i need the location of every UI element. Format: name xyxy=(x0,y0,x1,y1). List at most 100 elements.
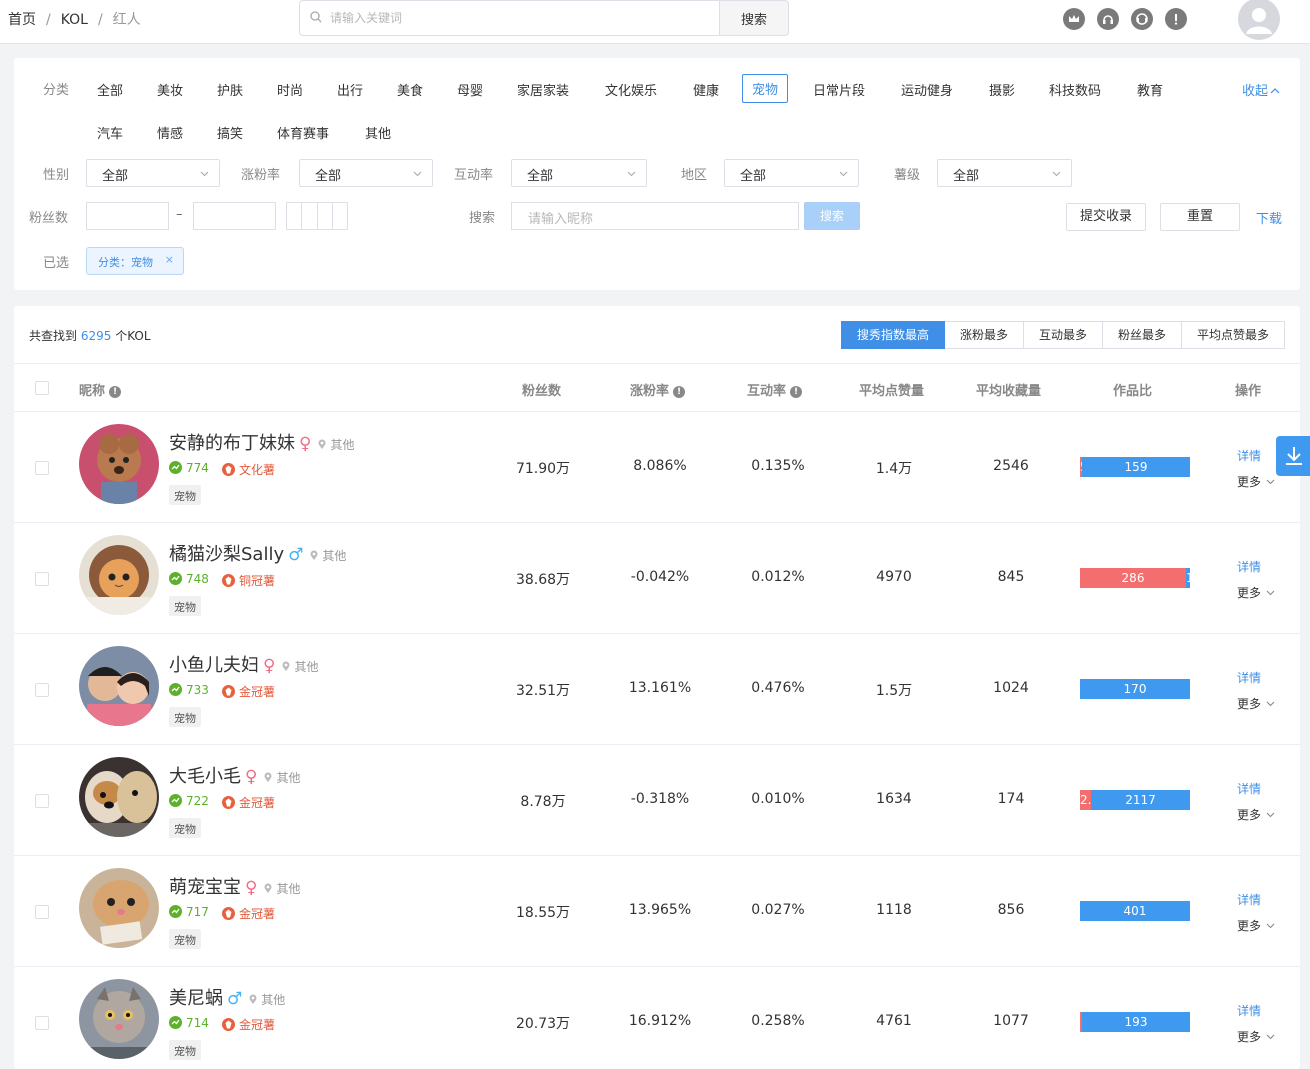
reset-button[interactable]: 重置 xyxy=(1160,203,1240,231)
kol-name[interactable]: 美尼蜗 xyxy=(169,988,223,1009)
sort-tab[interactable]: 粉丝最多 xyxy=(1103,321,1182,349)
more-dropdown[interactable]: 更多 xyxy=(1237,584,1275,601)
col-favs[interactable]: 平均收藏量 xyxy=(976,380,1041,399)
row-checkbox[interactable] xyxy=(35,1016,49,1030)
favs-value: 174 xyxy=(997,791,1025,807)
breadcrumb-kol[interactable]: KOL xyxy=(61,12,88,28)
row-checkbox[interactable] xyxy=(35,683,49,697)
category-option[interactable]: 出行 xyxy=(337,80,363,99)
results-panel: 共查找到 6295 个KOL 搜秀指数最高 涨粉最多 互动最多 粉丝最多 平均点赞最多 … xyxy=(14,306,1300,1069)
more-dropdown[interactable]: 更多 xyxy=(1237,695,1275,712)
kol-avatar[interactable] xyxy=(79,868,159,948)
chevron-down-icon xyxy=(627,171,636,177)
download-link[interactable]: 下载 xyxy=(1256,208,1282,227)
level-select[interactable]: 全部 xyxy=(937,159,1072,187)
detail-link[interactable]: 详情 xyxy=(1237,447,1261,464)
category-option[interactable]: 家居家装 xyxy=(517,80,569,99)
crown-icon[interactable] xyxy=(1063,8,1085,30)
category-option[interactable]: 美食 xyxy=(397,80,423,99)
category-option[interactable]: 美妆 xyxy=(157,80,183,99)
kol-avatar[interactable] xyxy=(79,757,159,837)
fans-min-input[interactable] xyxy=(86,202,169,230)
category-option[interactable]: 情感 xyxy=(157,123,183,142)
category-option[interactable]: 全部 xyxy=(97,80,123,99)
breadcrumb-home[interactable]: 首页 xyxy=(8,12,36,28)
more-dropdown[interactable]: 更多 xyxy=(1237,917,1275,934)
category-option[interactable]: 时尚 xyxy=(277,80,303,99)
category-option[interactable]: 体育赛事 xyxy=(277,123,329,142)
kol-name[interactable]: 安静的布丁妹妹 xyxy=(169,433,295,454)
keyword-search-button[interactable]: 搜索 xyxy=(719,0,789,36)
category-option[interactable]: 母婴 xyxy=(457,80,483,99)
gender-select[interactable]: 全部 xyxy=(86,159,220,187)
category-option[interactable]: 健康 xyxy=(693,80,719,99)
kol-name[interactable]: 橘猫沙梨Sally xyxy=(169,544,284,565)
category-option[interactable]: 日常片段 xyxy=(813,80,865,99)
row-checkbox[interactable] xyxy=(35,905,49,919)
detail-link[interactable]: 详情 xyxy=(1237,1002,1261,1019)
row-checkbox[interactable] xyxy=(35,461,49,475)
works-ratio-bar: 401 xyxy=(1080,901,1190,921)
category-option[interactable]: 摄影 xyxy=(989,80,1015,99)
detail-link[interactable]: 详情 xyxy=(1237,669,1261,686)
kol-tag: 宠物 xyxy=(169,707,201,727)
kol-avatar[interactable] xyxy=(79,979,159,1059)
kol-avatar[interactable] xyxy=(79,424,159,504)
col-nick[interactable]: 昵称! xyxy=(79,380,122,399)
category-option[interactable]: 搞笑 xyxy=(217,123,243,142)
selected-filter-chip: 分类：宠物 × xyxy=(86,247,184,275)
works-ratio-bar: 5159 xyxy=(1080,457,1190,477)
more-dropdown[interactable]: 更多 xyxy=(1237,473,1275,490)
floating-download-button[interactable] xyxy=(1276,436,1310,476)
region-select[interactable]: 全部 xyxy=(724,159,859,187)
kol-avatar[interactable] xyxy=(79,646,159,726)
select-all-checkbox[interactable] xyxy=(35,381,49,395)
col-fans[interactable]: 粉丝数 xyxy=(522,380,561,399)
kol-name[interactable]: 小鱼儿夫妇 xyxy=(169,655,259,676)
category-option[interactable]: 文化娱乐 xyxy=(605,80,657,99)
col-engage[interactable]: 互动率! xyxy=(747,380,803,399)
more-dropdown[interactable]: 更多 xyxy=(1237,806,1275,823)
category-option[interactable]: 其他 xyxy=(365,123,391,142)
level-badge-icon xyxy=(222,796,235,809)
sort-tab[interactable]: 平均点赞最多 xyxy=(1182,321,1285,349)
category-option[interactable]: 科技数码 xyxy=(1049,80,1101,99)
sort-tab[interactable]: 涨粉最多 xyxy=(945,321,1024,349)
support-icon[interactable] xyxy=(1131,8,1153,30)
category-option[interactable]: 运动健身 xyxy=(901,80,953,99)
more-dropdown[interactable]: 更多 xyxy=(1237,1028,1275,1045)
close-icon[interactable]: × xyxy=(165,253,174,266)
more-label: 更多 xyxy=(1237,1030,1262,1044)
nickname-input[interactable]: 请输入昵称 xyxy=(511,202,799,230)
growth-select[interactable]: 全部 xyxy=(299,159,433,187)
collapse-button[interactable]: 收起 xyxy=(1242,80,1280,99)
engage-select[interactable]: 全部 xyxy=(511,159,647,187)
detail-link[interactable]: 详情 xyxy=(1237,891,1261,908)
category-option[interactable]: 护肤 xyxy=(217,80,243,99)
headset-icon[interactable] xyxy=(1097,8,1119,30)
info-icon: ! xyxy=(673,386,686,398)
row-checkbox[interactable] xyxy=(35,572,49,586)
fans-max-input[interactable] xyxy=(193,202,276,230)
submit-button[interactable]: 提交收录 xyxy=(1066,203,1146,231)
sort-tab[interactable]: 互动最多 xyxy=(1024,321,1103,349)
category-option[interactable]: 汽车 xyxy=(97,123,123,142)
nickname-search-button[interactable]: 搜索 xyxy=(804,202,860,230)
fans-preset-grid[interactable] xyxy=(286,202,348,230)
category-option[interactable]: 教育 xyxy=(1137,80,1163,99)
user-avatar[interactable] xyxy=(1238,0,1280,40)
detail-link[interactable]: 详情 xyxy=(1237,558,1261,575)
sort-tab[interactable]: 搜秀指数最高 xyxy=(841,321,945,349)
detail-link[interactable]: 详情 xyxy=(1237,780,1261,797)
row-checkbox[interactable] xyxy=(35,794,49,808)
location-pin-icon xyxy=(282,661,290,671)
col-likes[interactable]: 平均点赞量 xyxy=(859,380,924,399)
col-growth[interactable]: 涨粉率! xyxy=(630,380,686,399)
kol-name[interactable]: 大毛小毛 xyxy=(169,766,241,787)
engage-value: 0.010% xyxy=(751,791,805,807)
kol-avatar[interactable] xyxy=(79,535,159,615)
keyword-search-input[interactable] xyxy=(299,0,720,36)
category-active[interactable]: 宠物 xyxy=(742,74,789,103)
kol-name[interactable]: 萌宠宝宝 xyxy=(169,877,241,898)
alert-icon[interactable] xyxy=(1165,8,1187,30)
